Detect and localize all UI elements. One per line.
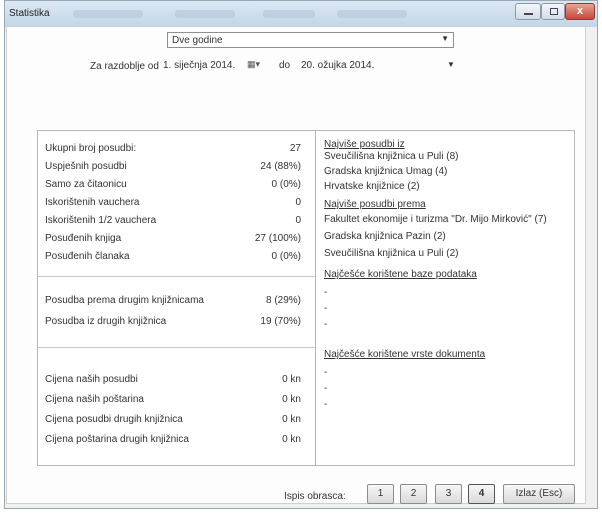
titlebar-blur [337,10,407,18]
calendar-dropdown-icon[interactable]: ▦▾ [247,59,260,70]
stat-row: Posudba iz drugih knjižnica 19 (70%) [45,316,301,330]
list-item: - [324,367,328,378]
window-title: Statistika [9,8,50,19]
stat-label: Posudba prema drugim knjižnicama [45,295,204,306]
stat-value: 19 (70%) [260,316,301,327]
list-item: Hrvatske knjižnice (2) [324,181,420,192]
stat-label: Cijena poštarina drugih knjižnica [45,434,189,445]
stat-label: Cijena naših poštarina [45,394,144,405]
stat-label: Cijena posudbi drugih knjižnica [45,414,183,425]
print-form-2-button[interactable]: 2 [400,484,427,504]
list-item: - [324,287,328,298]
stat-label: Posudba iz drugih knjižnica [45,316,167,327]
print-form-1-button[interactable]: 1 [367,484,394,504]
stat-value: 0 kn [282,434,301,445]
print-form-4-button[interactable]: 4 [468,484,495,504]
title-bar[interactable]: Statistika x [5,1,597,27]
stat-row: Uspješnih posudbi 24 (88%) [45,161,301,175]
minimize-button[interactable] [515,3,541,20]
period-select-value: Dve godine [172,35,223,46]
stat-value: 0 kn [282,374,301,385]
stat-value: 0 (0%) [271,179,301,190]
stat-row: Ukupni broj posudbi: 27 [45,143,301,157]
list-item: - [324,319,328,330]
close-icon: x [576,5,584,17]
top-lists-panel: Najviše posudbi iz Sveučilišna knjižnica… [316,130,575,466]
stat-label: Posuđenih članaka [45,251,130,262]
list-item: - [324,399,328,410]
most-used-databases-heading: Najčešće korištene baze podataka [324,269,477,280]
list-item: - [324,383,328,394]
stat-row: Posudba prema drugim knjižnicama 8 (29%) [45,295,301,309]
stat-value: 0 kn [282,414,301,425]
list-item: Fakultet ekonomije i turizma "Dr. Mijo M… [324,214,547,225]
stat-row: Posuđenih knjiga 27 (100%) [45,233,301,247]
stat-value: 0 kn [282,394,301,405]
stat-label: Ukupni broj posudbi: [45,143,137,154]
statistics-summary-panel: Ukupni broj posudbi: 27 Uspješnih posudbi… [37,130,316,466]
titlebar-blur [73,10,143,18]
stat-label: Samo za čitaonicu [45,179,127,190]
maximize-button[interactable] [541,3,565,20]
stat-label: Iskorištenih 1/2 vauchera [45,215,157,226]
most-loans-from-heading: Najviše posudbi iz [324,139,405,150]
stat-value: 24 (88%) [260,161,301,172]
print-form-label: Ispis obrasca: [284,491,346,502]
divider [38,276,315,277]
stat-label: Posuđenih knjiga [45,233,122,244]
stat-label: Cijena naših posudbi [45,374,138,385]
list-item: Sveučilišna knjižnica u Puli (8) [324,151,459,162]
stat-row: Cijena naših poštarina 0 kn [45,394,301,408]
stat-value: 27 [289,143,301,154]
titlebar-blur [175,10,235,18]
stat-row: Samo za čitaonicu 0 (0%) [45,179,301,193]
stat-row: Iskorištenih vauchera 0 [45,197,301,211]
titlebar-blur [263,10,315,18]
stat-value: 0 [295,215,301,226]
stat-row: Iskorištenih 1/2 vauchera 0 [45,215,301,229]
list-item: - [324,303,328,314]
maximize-icon [550,8,558,15]
close-button[interactable]: x [565,3,595,20]
divider [38,347,315,348]
exit-button[interactable]: Izlaz (Esc) [503,484,575,504]
print-form-3-button[interactable]: 3 [435,484,462,504]
stat-value: 0 (0%) [271,251,301,262]
period-select[interactable]: Dve godine ▼ [167,32,454,48]
chevron-down-icon[interactable]: ▼ [441,34,449,43]
stat-row: Posuđenih članaka 0 (0%) [45,251,301,265]
stat-label: Uspješnih posudbi [45,161,127,172]
stat-label: Iskorištenih vauchera [45,197,140,208]
stat-row: Cijena naših posudbi 0 kn [45,374,301,388]
stat-value: 8 (29%) [265,295,301,306]
stat-row: Cijena poštarina drugih knjižnica 0 kn [45,434,301,448]
stat-row: Cijena posudbi drugih knjižnica 0 kn [45,414,301,428]
from-date-value: 1. siječnja 2014. [163,60,236,71]
chevron-down-icon[interactable]: ▼ [447,60,455,69]
most-used-document-types-heading: Najčešće korištene vrste dokumenta [324,349,486,360]
list-item: Gradska knjižnica Pazin (2) [324,231,446,242]
list-item: Gradska knjižnica Umag (4) [324,166,448,177]
minimize-icon [524,13,533,15]
to-date-value: 20. ožujka 2014. [301,60,375,71]
period-label: Za razdoblje od [90,61,159,72]
list-item: Sveučilišna knjižnica u Puli (2) [324,248,459,259]
most-loans-to-heading: Najviše posudbi prema [324,199,426,210]
stat-value: 0 [295,197,301,208]
date-separator: do [279,60,291,71]
stat-value: 27 (100%) [254,233,301,244]
